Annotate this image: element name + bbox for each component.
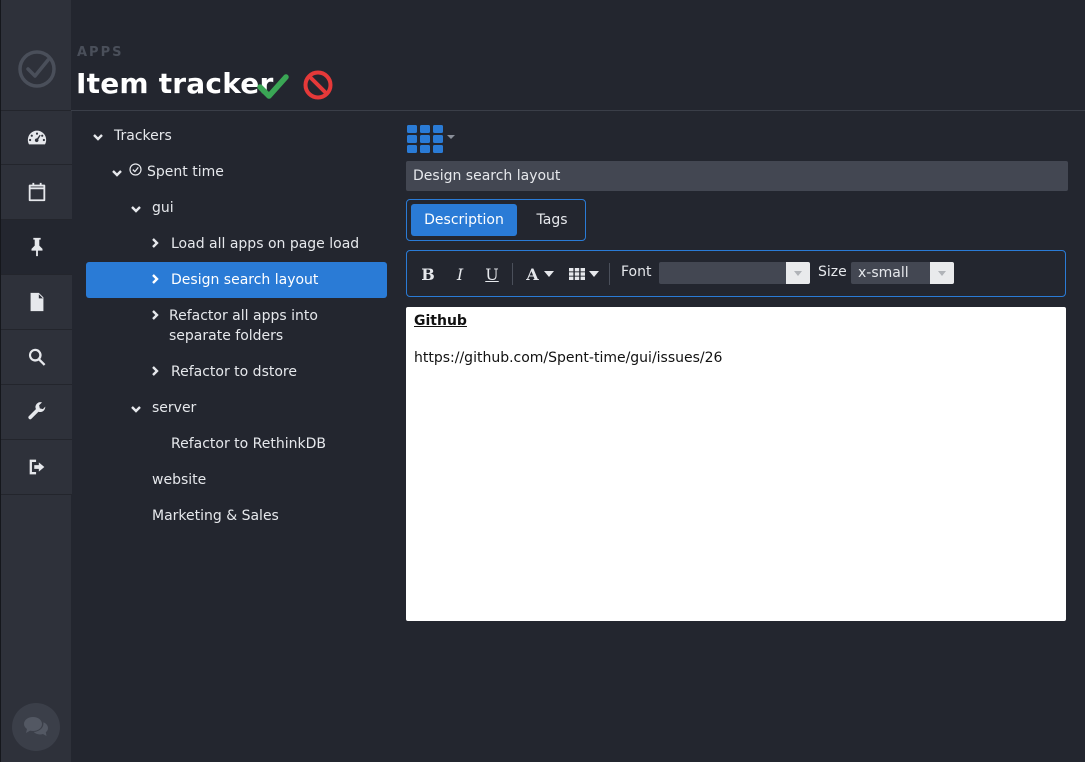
tree-node-label: website (152, 472, 207, 488)
chevron-right-icon (149, 271, 161, 284)
header-divider (71, 110, 1085, 111)
tree-node-item[interactable]: Load all apps on page load (152, 234, 360, 254)
tree-node-label: Marketing & Sales (152, 508, 279, 524)
project-check-icon (129, 163, 142, 176)
file-icon (30, 292, 43, 312)
sign-out-icon (29, 459, 44, 475)
calendar-icon (28, 182, 45, 202)
app-logo-icon (18, 50, 56, 88)
font-color-label: A (526, 264, 539, 284)
dashboard-icon (27, 130, 46, 144)
font-label: Font (621, 264, 652, 280)
tab-tags[interactable]: Tags (522, 204, 582, 236)
tree-node-label: server (152, 400, 197, 416)
save-button[interactable] (257, 70, 289, 102)
sidebar-item-logout[interactable] (1, 440, 72, 495)
chevron-right-icon (149, 307, 161, 320)
chevron-down-icon (130, 401, 142, 413)
cancel-button[interactable] (302, 69, 334, 101)
check-icon (257, 74, 289, 99)
sidebar-item-search[interactable] (1, 330, 72, 385)
table-icon (569, 268, 585, 280)
tab-description[interactable]: Description (411, 204, 517, 236)
tree-node-website[interactable]: website (152, 470, 206, 490)
sidebar-item-dashboard[interactable] (1, 110, 72, 165)
chevron-right-icon (149, 363, 161, 376)
tree-node-label: Design search layout (171, 272, 319, 288)
size-select[interactable]: x-small (851, 262, 954, 284)
chevron-down-icon (111, 165, 123, 177)
tree-node-gui[interactable]: gui (131, 198, 174, 218)
font-select[interactable] (659, 262, 810, 284)
sidebar-item-trackers[interactable] (1, 220, 72, 275)
size-label: Size (818, 264, 847, 280)
caret-down-icon (447, 135, 455, 139)
tree-node-item[interactable]: Refactor all apps into separate folders (152, 306, 379, 346)
chat-icon (24, 717, 48, 736)
editor-body-text: https://github.com/Spent-time/gui/issues… (414, 350, 723, 366)
sidebar-nav (1, 110, 72, 495)
caret-down-icon (543, 271, 554, 277)
size-select-value: x-small (858, 265, 909, 281)
tree-node-marketing[interactable]: Marketing & Sales (152, 506, 279, 526)
tree-node-label: Refactor all apps into separate folders (169, 308, 318, 344)
tree-node-label: Refactor to RethinkDB (171, 436, 327, 452)
tree-node-label: Spent time (147, 164, 224, 180)
tree-node-label: gui (152, 200, 174, 216)
toolbar-divider (512, 263, 513, 285)
page-title: Item tracker (76, 67, 274, 100)
chevron-down-icon (92, 129, 104, 141)
sidebar-item-calendar[interactable] (1, 165, 72, 220)
app-sidebar (0, 0, 72, 762)
caret-down-icon (589, 271, 599, 277)
ban-icon (303, 70, 333, 100)
font-color-button[interactable]: A (525, 264, 555, 284)
item-tabs: Description Tags (406, 199, 586, 241)
table-button[interactable] (568, 264, 600, 284)
chat-button[interactable] (12, 703, 60, 751)
description-editor[interactable]: Github https://github.com/Spent-time/gui… (406, 307, 1066, 621)
tree-node-label: Refactor to dstore (171, 364, 297, 380)
view-switcher-button[interactable] (407, 124, 457, 154)
sidebar-item-documents[interactable] (1, 275, 72, 330)
grid-icon (407, 125, 455, 153)
bold-button[interactable]: B (420, 264, 436, 284)
pin-icon (31, 237, 42, 257)
tree-node-project[interactable]: Spent time (112, 162, 224, 182)
editor-toolbar: B I U A Font Size x-small (406, 250, 1066, 297)
toolbar-divider (609, 263, 610, 285)
tree-node-label: Load all apps on page load (171, 236, 360, 252)
chevron-down-icon (130, 201, 142, 213)
section-label: APPS (77, 45, 124, 60)
tree-node-item[interactable]: Refactor to RethinkDB (171, 434, 326, 454)
tree-node-item-selected[interactable]: Design search layout (152, 270, 319, 290)
tree-node-item[interactable]: Refactor to dstore (152, 362, 297, 382)
underline-button[interactable]: U (484, 264, 500, 284)
editor-heading: Github (414, 313, 467, 329)
chevron-right-icon (149, 235, 161, 248)
tree-node-trackers[interactable]: Trackers (93, 126, 172, 146)
item-title-input[interactable] (406, 161, 1068, 191)
search-icon (28, 348, 45, 366)
select-arrow-icon (786, 262, 810, 284)
wrench-icon (27, 402, 46, 420)
tree-node-server[interactable]: server (131, 398, 197, 418)
italic-button[interactable]: I (452, 264, 468, 284)
sidebar-item-settings[interactable] (1, 385, 72, 440)
tree-node-label: Trackers (114, 128, 172, 144)
select-arrow-icon (930, 262, 954, 284)
